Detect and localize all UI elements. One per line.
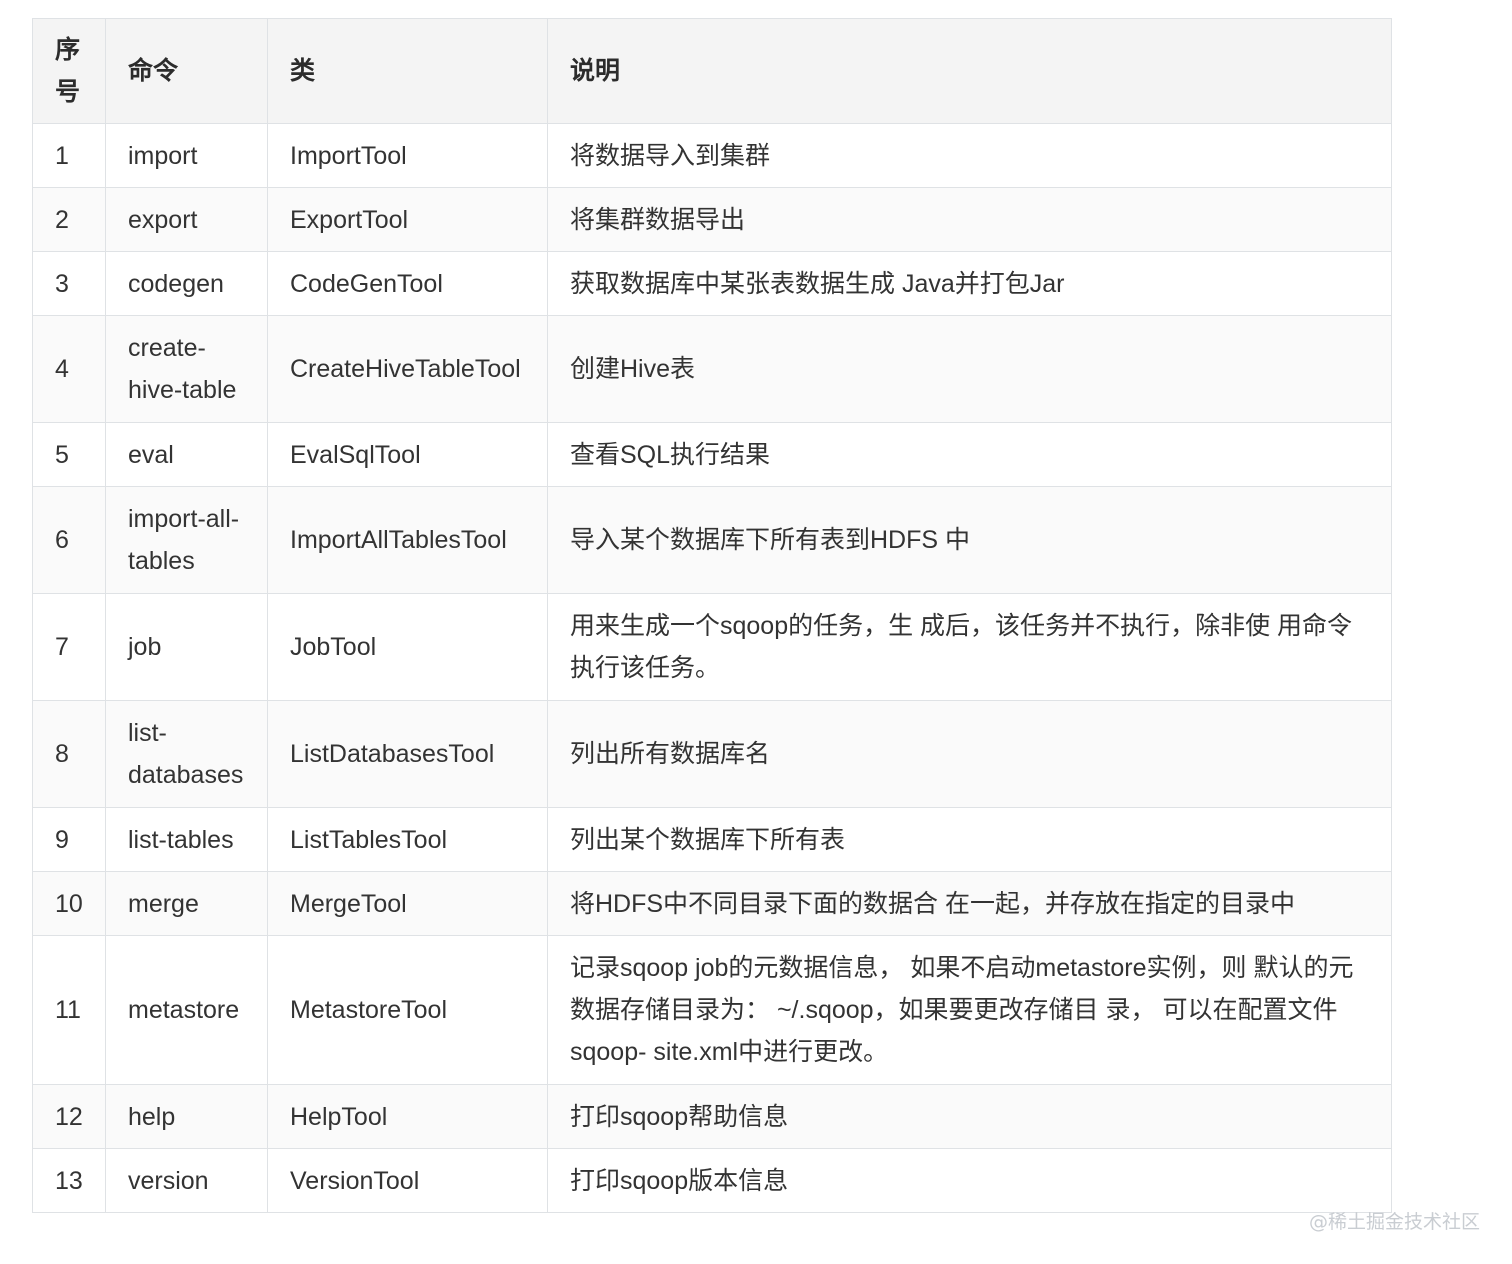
- cell-command: list-tables: [105, 807, 268, 872]
- header-command: 命令: [105, 18, 268, 124]
- cell-class: VersionTool: [267, 1148, 548, 1213]
- cell-description: 将HDFS中不同目录下面的数据合 在一起，并存放在指定的目录中: [547, 871, 1392, 936]
- cell-description: 记录sqoop job的元数据信息， 如果不启动metastore实例，则 默认…: [547, 935, 1392, 1085]
- cell-description: 导入某个数据库下所有表到HDFS 中: [547, 486, 1392, 594]
- cell-no: 9: [32, 807, 106, 872]
- cell-description: 将数据导入到集群: [547, 123, 1392, 188]
- cell-no: 10: [32, 871, 106, 936]
- cell-description: 获取数据库中某张表数据生成 Java并打包Jar: [547, 251, 1392, 316]
- cell-class: EvalSqlTool: [267, 422, 548, 487]
- cell-command: eval: [105, 422, 268, 487]
- cell-command: export: [105, 187, 268, 252]
- cell-class: ListDatabasesTool: [267, 700, 548, 808]
- cell-command: create-hive-table: [105, 315, 268, 423]
- table-row: 9 list-tables ListTablesTool 列出某个数据库下所有表: [32, 807, 1392, 872]
- header-seq: 序号: [32, 18, 106, 124]
- table-row: 10 merge MergeTool 将HDFS中不同目录下面的数据合 在一起，…: [32, 871, 1392, 936]
- cell-class: MetastoreTool: [267, 935, 548, 1085]
- watermark: @稀土掘金技术社区: [1308, 1211, 1480, 1233]
- cell-class: JobTool: [267, 593, 548, 701]
- table-row: 8 list-databases ListDatabasesTool 列出所有数…: [32, 700, 1392, 808]
- cell-class: MergeTool: [267, 871, 548, 936]
- table-row: 4 create-hive-table CreateHiveTableTool …: [32, 315, 1392, 423]
- cell-description: 打印sqoop帮助信息: [547, 1084, 1392, 1149]
- cell-class: ImportTool: [267, 123, 548, 188]
- cell-no: 5: [32, 422, 106, 487]
- cell-no: 7: [32, 593, 106, 701]
- header-class: 类: [267, 18, 548, 124]
- cell-command: version: [105, 1148, 268, 1213]
- table-row: 5 eval EvalSqlTool 查看SQL执行结果: [32, 422, 1392, 487]
- cell-class: ExportTool: [267, 187, 548, 252]
- cell-no: 11: [32, 935, 106, 1085]
- table-row: 2 export ExportTool 将集群数据导出: [32, 187, 1392, 252]
- table-row: 1 import ImportTool 将数据导入到集群: [32, 123, 1392, 188]
- command-table-container: 序号 命令 类 说明 1 import ImportTool 将数据导入到集群 …: [32, 18, 1392, 1213]
- table-row: 11 metastore MetastoreTool 记录sqoop job的元…: [32, 935, 1392, 1085]
- table-row: 12 help HelpTool 打印sqoop帮助信息: [32, 1084, 1392, 1149]
- sqoop-command-table: 序号 命令 类 说明 1 import ImportTool 将数据导入到集群 …: [32, 18, 1392, 1213]
- cell-no: 12: [32, 1084, 106, 1149]
- cell-no: 6: [32, 486, 106, 594]
- table-header-row: 序号 命令 类 说明: [32, 18, 1392, 124]
- cell-no: 4: [32, 315, 106, 423]
- cell-class: ImportAllTablesTool: [267, 486, 548, 594]
- table-row: 13 version VersionTool 打印sqoop版本信息: [32, 1148, 1392, 1213]
- cell-description: 列出所有数据库名: [547, 700, 1392, 808]
- cell-class: CodeGenTool: [267, 251, 548, 316]
- header-description: 说明: [547, 18, 1392, 124]
- cell-description: 创建Hive表: [547, 315, 1392, 423]
- cell-command: metastore: [105, 935, 268, 1085]
- cell-command: help: [105, 1084, 268, 1149]
- cell-command: import: [105, 123, 268, 188]
- cell-no: 13: [32, 1148, 106, 1213]
- cell-description: 将集群数据导出: [547, 187, 1392, 252]
- table-row: 7 job JobTool 用来生成一个sqoop的任务，生 成后，该任务并不执…: [32, 593, 1392, 701]
- table-row: 6 import-all-tables ImportAllTablesTool …: [32, 486, 1392, 594]
- cell-no: 1: [32, 123, 106, 188]
- cell-no: 2: [32, 187, 106, 252]
- cell-description: 用来生成一个sqoop的任务，生 成后，该任务并不执行，除非使 用命令执行该任务…: [547, 593, 1392, 701]
- cell-command: codegen: [105, 251, 268, 316]
- cell-class: HelpTool: [267, 1084, 548, 1149]
- cell-class: CreateHiveTableTool: [267, 315, 548, 423]
- cell-command: import-all-tables: [105, 486, 268, 594]
- cell-command: merge: [105, 871, 268, 936]
- cell-command: list-databases: [105, 700, 268, 808]
- cell-class: ListTablesTool: [267, 807, 548, 872]
- cell-description: 打印sqoop版本信息: [547, 1148, 1392, 1213]
- cell-description: 查看SQL执行结果: [547, 422, 1392, 487]
- cell-no: 3: [32, 251, 106, 316]
- cell-no: 8: [32, 700, 106, 808]
- cell-description: 列出某个数据库下所有表: [547, 807, 1392, 872]
- cell-command: job: [105, 593, 268, 701]
- table-row: 3 codegen CodeGenTool 获取数据库中某张表数据生成 Java…: [32, 251, 1392, 316]
